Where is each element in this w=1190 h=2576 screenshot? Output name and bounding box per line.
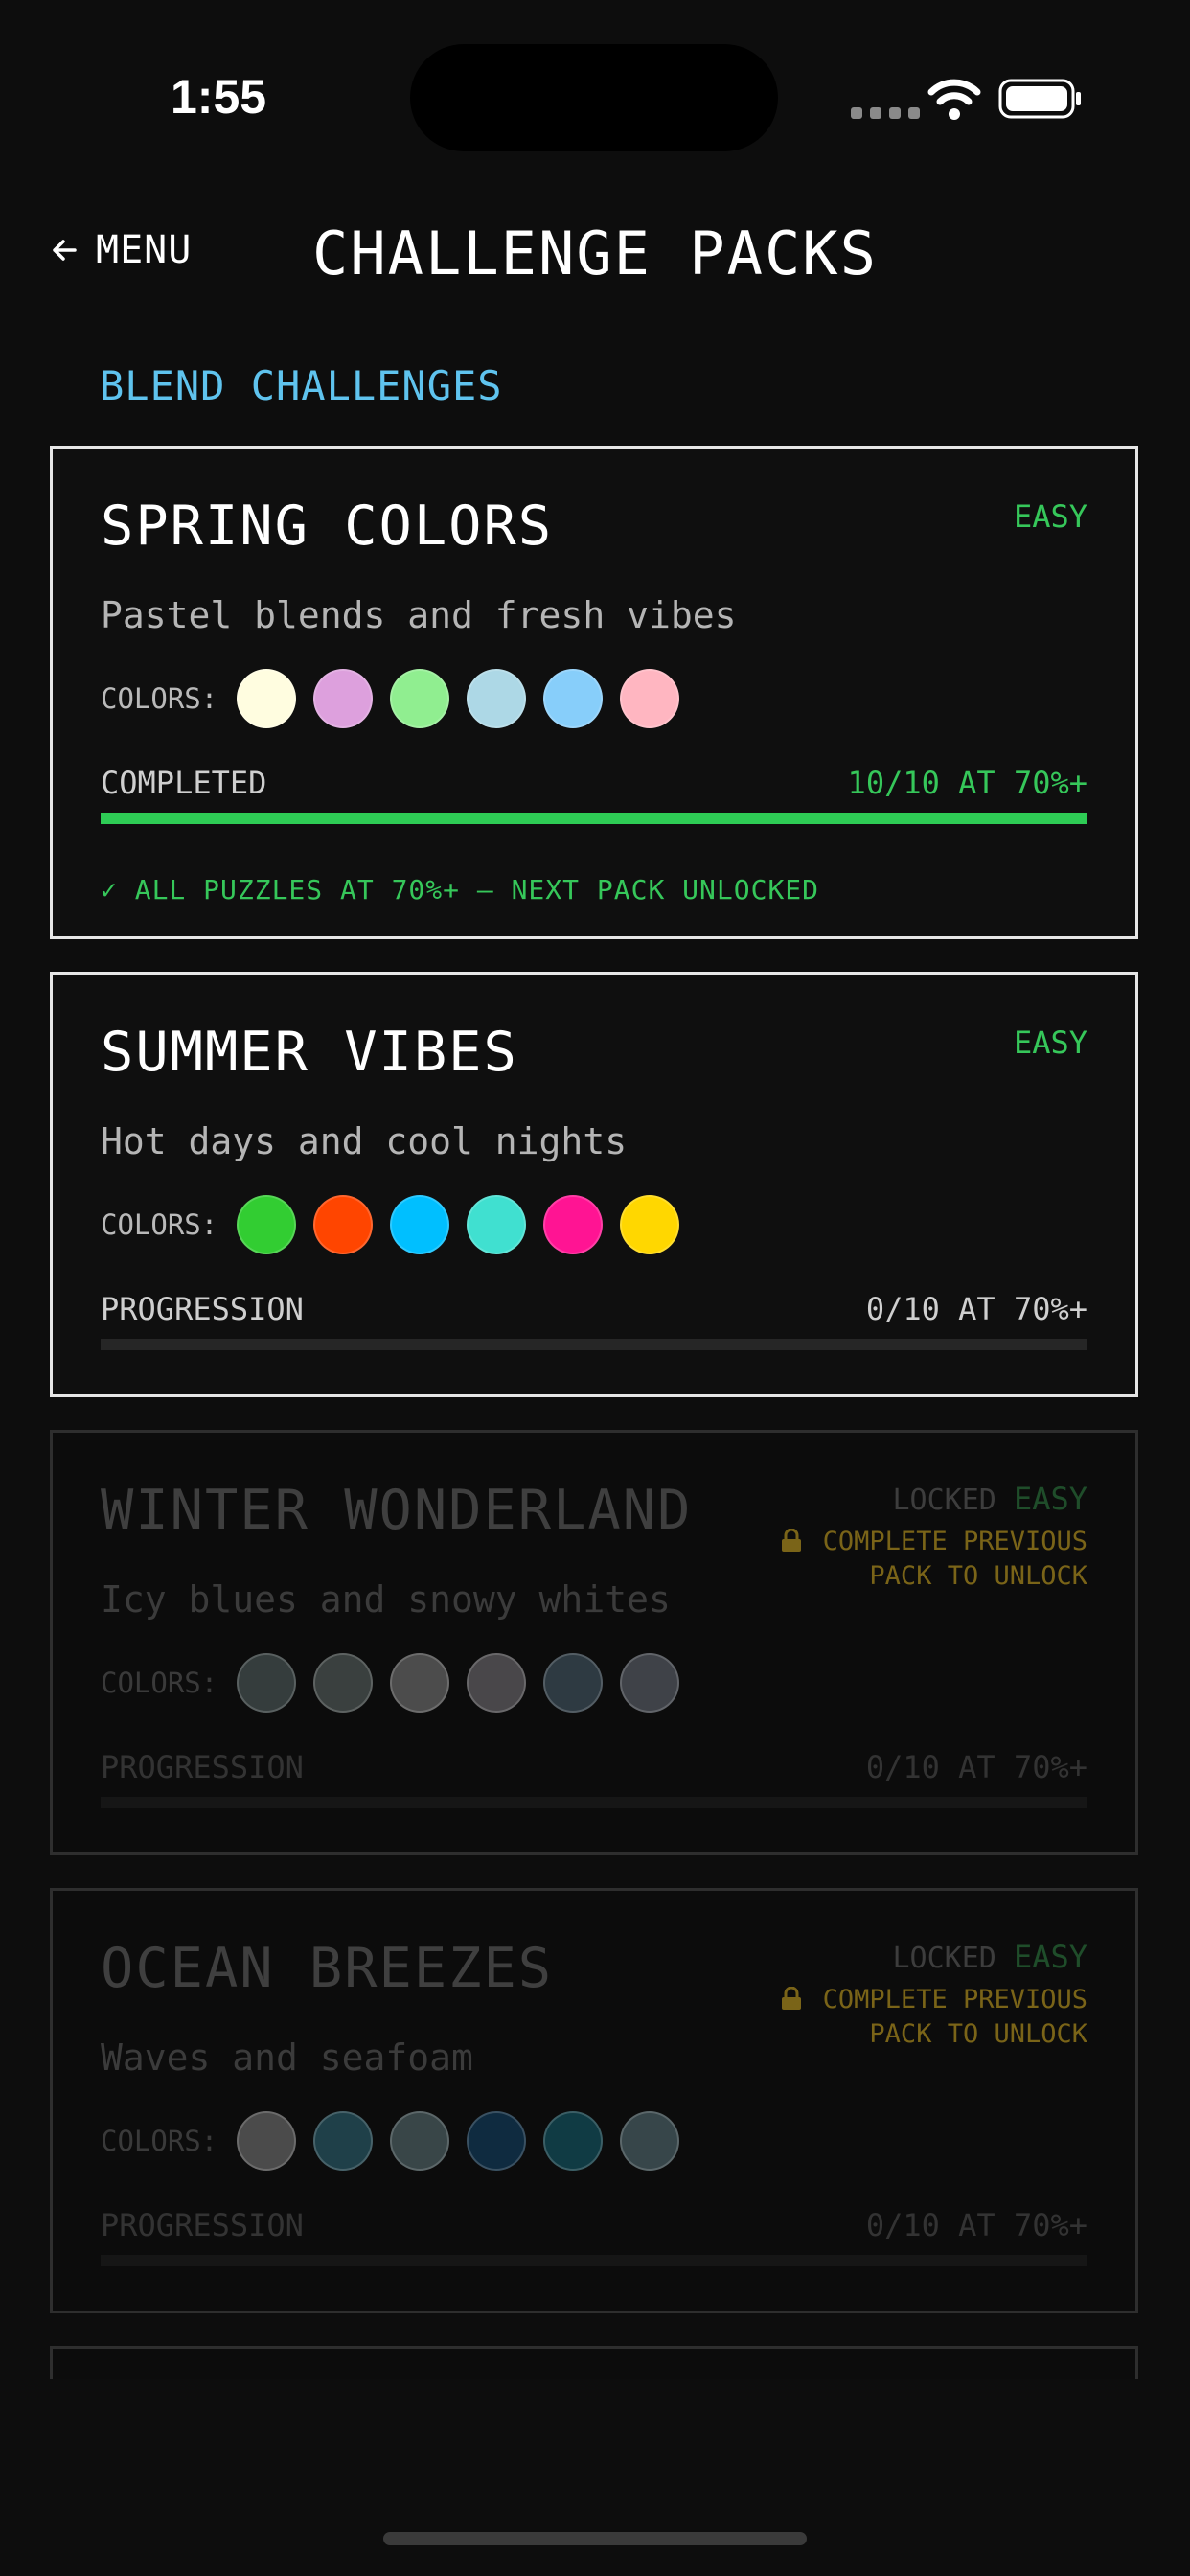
progress-label: PROGRESSION: [101, 1291, 304, 1327]
color-swatch: [390, 669, 450, 728]
pack-card-ocean-breezes[interactable]: OCEAN BREEZES LOCKED EASY COMPLETE PREVI…: [50, 1888, 1138, 2313]
progress-bar: [101, 813, 1087, 824]
color-swatch: [620, 669, 680, 728]
color-swatch: [237, 1195, 297, 1254]
colors-label: COLORS:: [101, 1667, 218, 1699]
unlock-text-line1: COMPLETE PREVIOUS: [822, 1985, 1087, 2014]
battery-icon: [998, 79, 1081, 119]
pack-description: Icy blues and snowy whites: [101, 1578, 671, 1621]
color-swatches: COLORS:: [101, 2111, 697, 2171]
progress-label: PROGRESSION: [101, 1749, 304, 1785]
pack-description: Hot days and cool nights: [101, 1120, 628, 1162]
progress-bar-fill: [101, 813, 1087, 824]
color-swatch: [467, 1195, 527, 1254]
progress-label: COMPLETED: [101, 765, 267, 801]
color-swatch: [543, 2111, 604, 2171]
color-swatch: [467, 2111, 527, 2171]
color-swatch: [237, 669, 297, 728]
unlock-requirement: COMPLETE PREVIOUS PACK TO UNLOCK: [781, 1983, 1087, 2052]
color-swatch: [237, 2111, 297, 2171]
progress-value: 0/10 AT 70%+: [865, 2207, 1087, 2243]
unlock-requirement: COMPLETE PREVIOUS PACK TO UNLOCK: [781, 1525, 1087, 1594]
difficulty-badge: EASY: [1013, 498, 1087, 535]
color-swatch: [620, 2111, 680, 2171]
color-swatches: COLORS:: [101, 1195, 697, 1254]
color-swatches: COLORS:: [101, 1653, 697, 1713]
pack-title: SPRING COLORS: [101, 494, 554, 558]
progress-value: 0/10 AT 70%+: [865, 1749, 1087, 1785]
color-swatch: [313, 669, 374, 728]
status-time: 1:55: [171, 70, 267, 124]
pack-card-spring-colors[interactable]: SPRING COLORS EASY Pastel blends and fre…: [50, 446, 1138, 939]
locked-status: LOCKED EASY: [893, 1939, 1088, 1975]
color-swatch: [543, 1653, 604, 1713]
lock-icon: [781, 1987, 801, 2010]
color-swatch: [237, 1653, 297, 1713]
difficulty-badge: EASY: [1013, 1481, 1087, 1517]
unlock-text-line1: COMPLETE PREVIOUS: [822, 1527, 1087, 1556]
color-swatch: [543, 1195, 604, 1254]
color-swatch: [313, 1653, 374, 1713]
color-swatch: [390, 1653, 450, 1713]
pack-title: SUMMER VIBES: [101, 1021, 518, 1084]
progress-value: 0/10 AT 70%+: [865, 1291, 1087, 1327]
wifi-icon: [927, 79, 981, 120]
progress-bar: [101, 1797, 1087, 1808]
unlock-text-line2: PACK TO UNLOCK: [869, 1561, 1087, 1591]
colors-label: COLORS:: [101, 1208, 218, 1241]
pack-description: Waves and seafoam: [101, 2036, 473, 2079]
progress-bar: [101, 2255, 1087, 2266]
color-swatch: [543, 669, 604, 728]
home-indicator[interactable]: [383, 2532, 807, 2545]
pack-title: WINTER WONDERLAND: [101, 1479, 693, 1542]
progress-bar: [101, 1339, 1087, 1350]
color-swatch: [390, 2111, 450, 2171]
progress-label: PROGRESSION: [101, 2207, 304, 2243]
pack-title: OCEAN BREEZES: [101, 1937, 554, 2000]
unlock-text-line2: PACK TO UNLOCK: [869, 2019, 1087, 2049]
locked-label: LOCKED: [892, 1942, 996, 1975]
color-swatch: [390, 1195, 450, 1254]
section-title: BLEND CHALLENGES: [100, 362, 503, 409]
color-swatch: [620, 1653, 680, 1713]
progress-value: 10/10 AT 70%+: [847, 765, 1087, 801]
locked-status: LOCKED EASY: [893, 1481, 1088, 1517]
completion-note: ✓ ALL PUZZLES AT 70%+ — NEXT PACK UNLOCK…: [101, 874, 820, 906]
difficulty-badge: EASY: [1013, 1024, 1087, 1061]
colors-label: COLORS:: [101, 2125, 218, 2157]
color-swatch: [467, 669, 527, 728]
cellular-signal-icon: [851, 107, 920, 119]
color-swatch: [467, 1653, 527, 1713]
lock-icon: [781, 1529, 801, 1552]
dynamic-island: [410, 44, 778, 151]
locked-label: LOCKED: [892, 1484, 996, 1517]
color-swatch: [313, 1195, 374, 1254]
pack-card-next-partial[interactable]: [50, 2346, 1138, 2379]
difficulty-badge: EASY: [1013, 1939, 1087, 1975]
page-title: CHALLENGE PACKS: [312, 218, 878, 288]
pack-description: Pastel blends and fresh vibes: [101, 594, 737, 636]
colors-label: COLORS:: [101, 682, 218, 715]
pack-card-winter-wonderland[interactable]: WINTER WONDERLAND LOCKED EASY COMPLETE P…: [50, 1430, 1138, 1855]
color-swatch: [313, 2111, 374, 2171]
pack-card-summer-vibes[interactable]: SUMMER VIBES EASY Hot days and cool nigh…: [50, 972, 1138, 1397]
color-swatch: [620, 1195, 680, 1254]
color-swatches: COLORS:: [101, 669, 697, 728]
